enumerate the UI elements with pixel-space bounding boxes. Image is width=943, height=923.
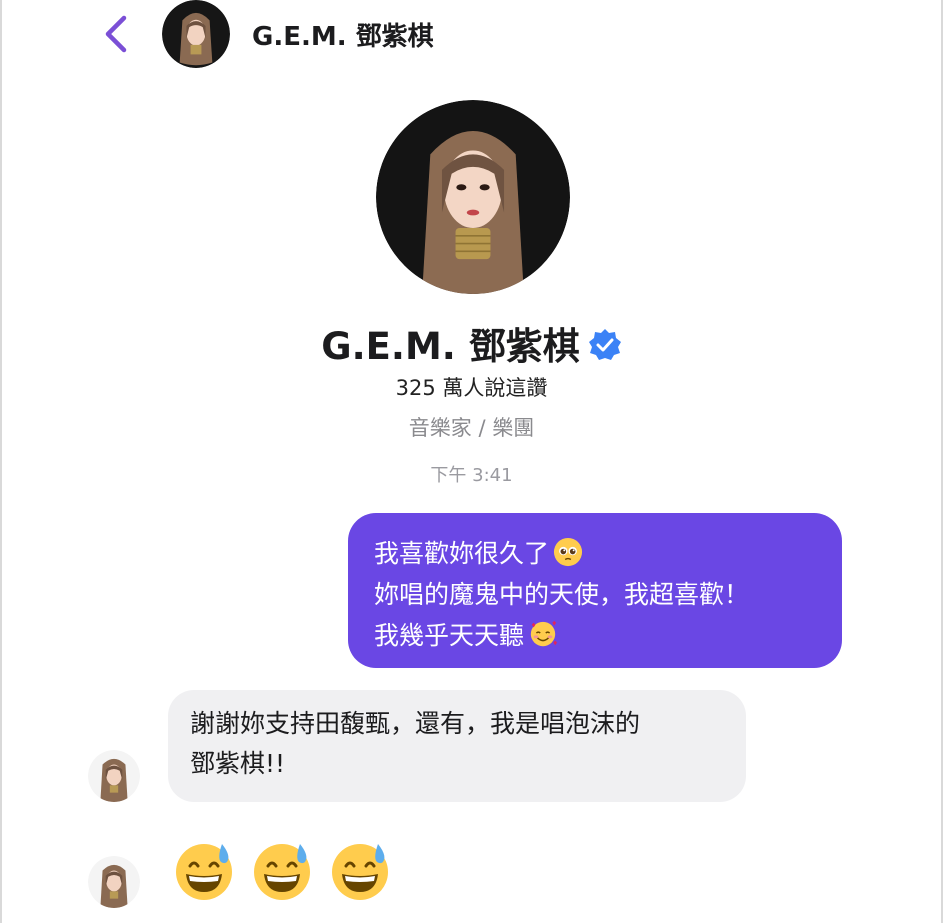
grinning-sweat-icon[interactable]	[328, 838, 392, 902]
incoming-line-1: 謝謝妳支持田馥甄，還有，我是唱泡沫的	[190, 709, 641, 738]
pleading-face-icon	[553, 537, 583, 567]
header-avatar[interactable]	[162, 0, 230, 68]
smiling-face-with-hearts-icon	[530, 620, 558, 647]
profile-name: G.E.M. 鄧紫棋	[321, 325, 580, 368]
incoming-line-2: 鄧紫棋!!	[190, 749, 286, 778]
outgoing-line-1: 我喜歡妳很久了	[374, 533, 816, 574]
outgoing-message-bubble[interactable]: 我喜歡妳很久了 妳唱的魔鬼中的天使，我超喜歡！ 我幾乎天天聽	[348, 513, 842, 668]
header-title: G.E.M. 鄧紫棋	[252, 22, 434, 52]
verified-badge-icon	[588, 328, 621, 360]
grinning-sweat-icon[interactable]	[250, 838, 314, 902]
chevron-left-icon	[105, 15, 127, 53]
sender-avatar[interactable]	[88, 750, 140, 802]
sender-avatar[interactable]	[88, 856, 140, 908]
page-category: 音樂家 / 樂團	[408, 416, 535, 440]
message-timestamp: 下午 3:41	[430, 465, 513, 486]
outgoing-line-2: 妳唱的魔鬼中的天使，我超喜歡！	[374, 580, 750, 609]
likes-count: 325 萬人說這讚	[395, 376, 548, 400]
profile-avatar[interactable]	[376, 100, 570, 294]
back-button[interactable]	[98, 14, 134, 54]
grinning-sweat-icon[interactable]	[172, 838, 236, 902]
outgoing-line-3: 我幾乎天天聽	[374, 615, 816, 656]
incoming-message-bubble[interactable]: 謝謝妳支持田馥甄，還有，我是唱泡沫的 鄧紫棋!!	[168, 690, 746, 802]
profile-name-row: G.E.M. 鄧紫棋	[0, 316, 943, 370]
